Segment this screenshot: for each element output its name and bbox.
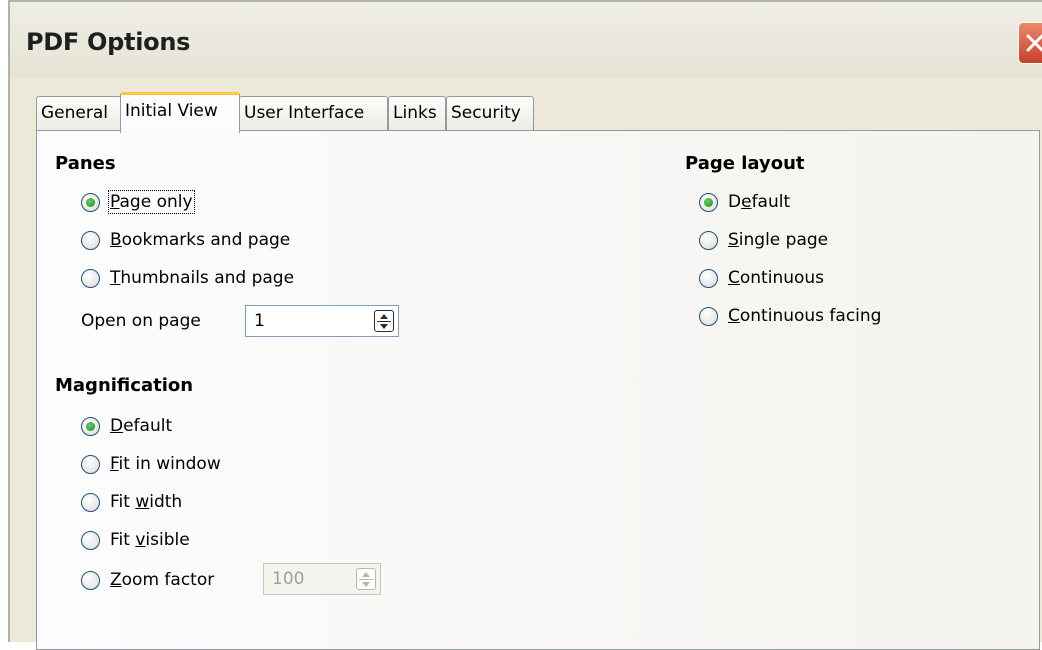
radio-fit-width[interactable]: Fit width [81,489,182,515]
radio-mag-default[interactable]: Default [81,413,172,439]
radio-label: Continuous facing [728,306,882,326]
title-bar: PDF Options [10,2,1042,78]
tab-general[interactable]: General [36,96,122,130]
radio-label: Single page [728,230,829,250]
close-button[interactable] [1018,22,1042,64]
radio-icon[interactable] [699,268,718,288]
radio-label: Default [110,416,173,436]
radio-icon[interactable] [699,230,718,250]
radio-icon[interactable] [81,530,100,550]
open-on-page-label: Open on page [81,311,201,331]
radio-single-page[interactable]: Single page [699,227,828,253]
radio-label: Fit in window [110,454,221,474]
radio-label: Bookmarks and page [110,230,291,250]
radio-zoom-factor[interactable]: Zoom factor [81,567,214,593]
spin-up-icon[interactable] [380,314,388,319]
radio-bookmarks-and-page[interactable]: Bookmarks and page [81,227,290,253]
radio-checked-icon[interactable] [81,416,100,436]
pdf-options-dialog: PDF Options General Initial View User In… [8,0,1042,650]
radio-icon[interactable] [81,268,100,288]
panes-heading: Panes [55,153,116,174]
spin-down-icon [362,582,370,587]
tab-user-interface[interactable]: User Interface [239,96,388,130]
radio-layout-default[interactable]: Default [699,189,790,215]
radio-label: Zoom factor [110,570,215,590]
close-icon [1026,34,1042,52]
radio-checked-icon[interactable] [81,192,100,212]
spin-buttons[interactable] [374,310,394,332]
radio-icon[interactable] [81,492,100,512]
radio-label: Fit width [110,492,183,512]
spin-up-icon [362,572,370,577]
radio-label: Fit visible [110,530,190,550]
radio-continuous-facing[interactable]: Continuous facing [699,303,881,329]
tab-initial-view[interactable]: Initial View [120,92,240,133]
magnification-heading: Magnification [55,375,194,396]
radio-label: Page only [108,190,195,214]
open-on-page-value[interactable]: 1 [254,311,265,331]
zoom-factor-spinner[interactable]: 100 [263,563,381,595]
initial-view-panel: Panes Page only Bookmarks and page Thumb… [36,130,1040,650]
tab-security[interactable]: Security [446,96,534,130]
radio-icon[interactable] [81,454,100,474]
radio-label: Default [728,192,791,212]
radio-label: Continuous [728,268,825,288]
spin-down-icon[interactable] [380,324,388,329]
tab-links[interactable]: Links [388,96,446,130]
radio-thumbnails-and-page[interactable]: Thumbnails and page [81,265,294,291]
open-on-page-spinner[interactable]: 1 [245,305,399,337]
radio-checked-icon[interactable] [699,192,718,212]
page-layout-heading: Page layout [685,153,805,174]
zoom-factor-value: 100 [272,569,305,589]
radio-fit-in-window[interactable]: Fit in window [81,451,221,477]
radio-fit-visible[interactable]: Fit visible [81,527,190,553]
radio-icon[interactable] [81,230,100,250]
radio-continuous[interactable]: Continuous [699,265,824,291]
radio-icon[interactable] [699,306,718,326]
spin-buttons [356,568,376,590]
radio-page-only[interactable]: Page only [81,189,195,215]
radio-icon[interactable] [81,570,100,590]
radio-label: Thumbnails and page [110,268,295,288]
window-title: PDF Options [26,28,191,56]
